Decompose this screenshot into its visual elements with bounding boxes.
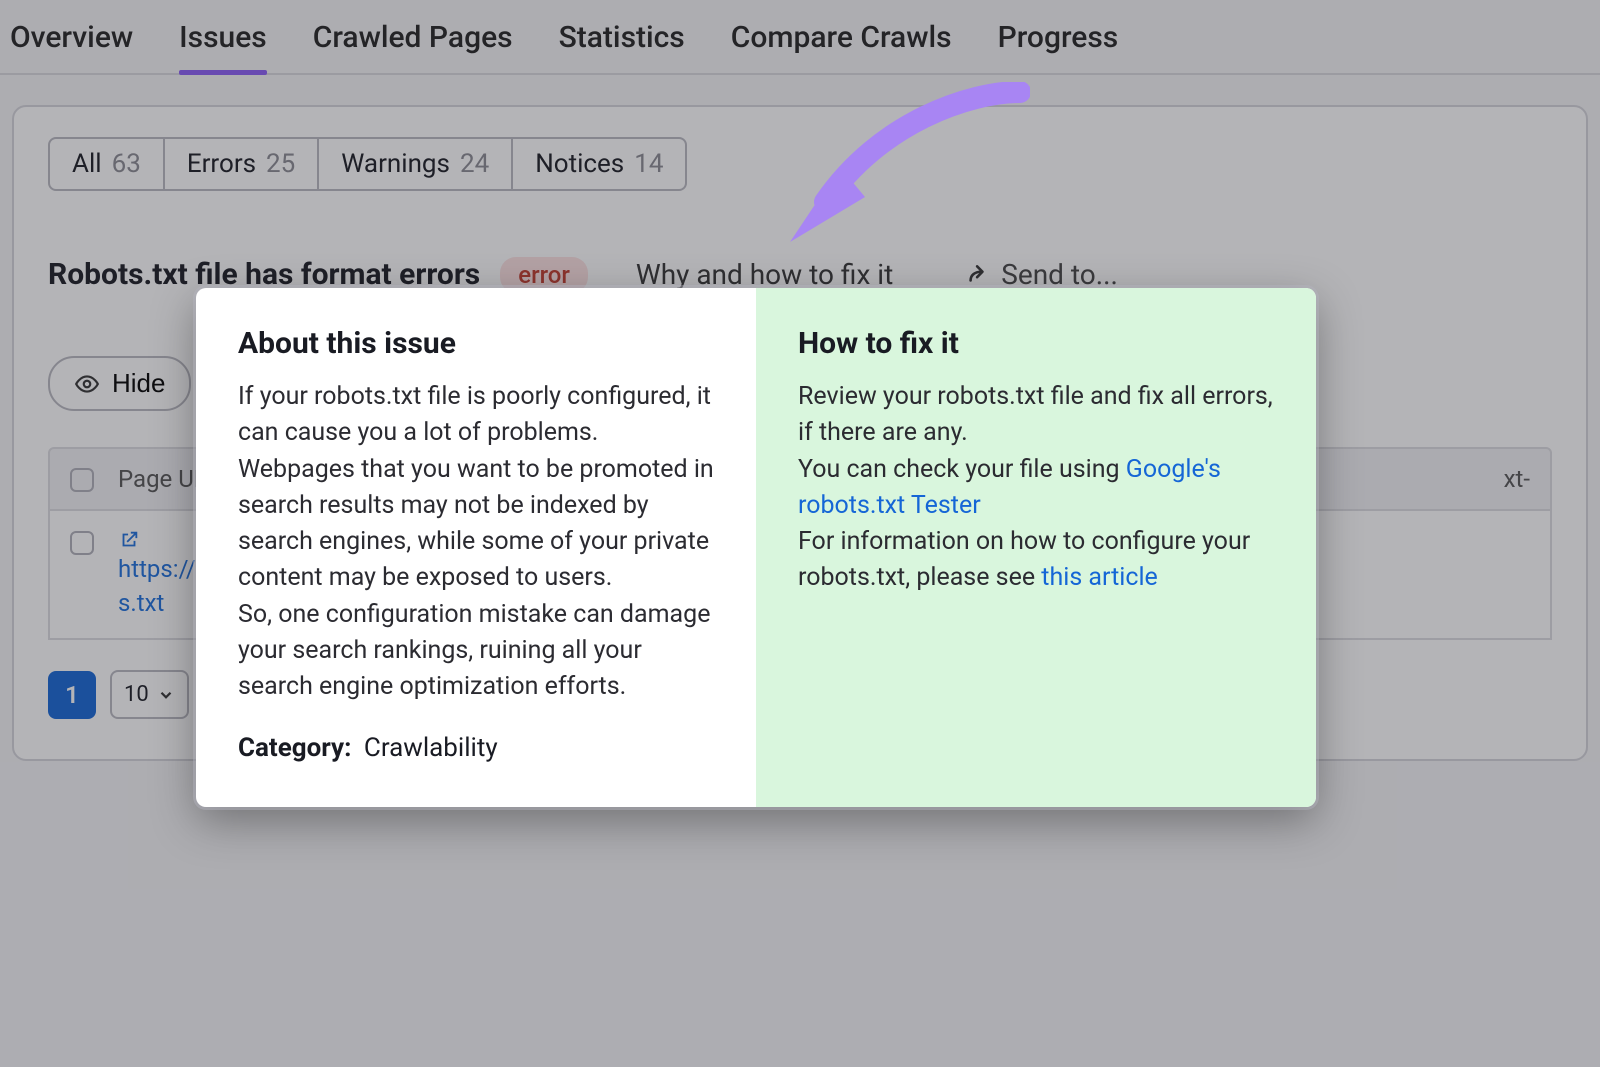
category-label: Category:: [238, 733, 351, 763]
select-all-checkbox[interactable]: [70, 468, 94, 492]
external-link-icon: [118, 529, 140, 551]
filter-errors-count: 25: [266, 149, 295, 179]
hide-label: Hide: [112, 368, 165, 399]
filter-notices[interactable]: Notices 14: [513, 137, 687, 191]
filter-errors[interactable]: Errors 25: [165, 137, 319, 191]
filter-all[interactable]: All 63: [48, 137, 165, 191]
page-url-cell[interactable]: https:// s.txt: [118, 529, 196, 620]
tab-crawled-pages[interactable]: Crawled Pages: [313, 20, 513, 73]
category-value: Crawlability: [364, 733, 498, 763]
tab-overview[interactable]: Overview: [10, 20, 133, 73]
chevron-down-icon: [157, 686, 175, 704]
hide-button[interactable]: Hide: [48, 356, 191, 411]
url-line2: s.txt: [118, 587, 196, 621]
category-row: Category: Crawlability: [238, 733, 714, 763]
fix-line3a: For information on how to configure your…: [798, 527, 1250, 592]
row-checkbox[interactable]: [70, 531, 94, 555]
page-1-button[interactable]: 1: [48, 671, 96, 719]
eye-icon: [74, 371, 100, 397]
send-to-label: Send to...: [1001, 258, 1118, 291]
issue-help-popover: About this issue If your robots.txt file…: [196, 288, 1316, 807]
page-size-select[interactable]: 10: [110, 670, 189, 719]
tab-statistics[interactable]: Statistics: [559, 20, 685, 73]
about-panel: About this issue If your robots.txt file…: [196, 288, 756, 807]
issue-title: Robots.txt file has format errors: [48, 257, 480, 292]
filter-notices-label: Notices: [535, 149, 624, 179]
send-to-button[interactable]: Send to...: [963, 258, 1118, 291]
this-article-link[interactable]: this article: [1041, 563, 1158, 592]
page-size-value: 10: [124, 682, 149, 707]
col-trail: xt-: [1504, 465, 1530, 493]
fix-body: Review your robots.txt file and fix all …: [798, 379, 1274, 597]
fix-panel: How to fix it Review your robots.txt fil…: [756, 288, 1316, 807]
fix-line2a: You can check your file using: [798, 455, 1126, 484]
fix-heading: How to fix it: [798, 326, 1274, 361]
filter-warnings[interactable]: Warnings 24: [319, 137, 513, 191]
url-line1: https://: [118, 553, 196, 587]
about-body: If your robots.txt file is poorly config…: [238, 379, 714, 705]
fix-line1: Review your robots.txt file and fix all …: [798, 382, 1273, 447]
tab-progress[interactable]: Progress: [998, 20, 1119, 73]
filter-all-count: 63: [112, 149, 141, 179]
filter-notices-count: 14: [634, 149, 663, 179]
filter-warnings-count: 24: [460, 149, 489, 179]
filter-warnings-label: Warnings: [341, 149, 450, 179]
top-tabs: Overview Issues Crawled Pages Statistics…: [0, 0, 1600, 75]
filter-all-label: All: [72, 149, 102, 179]
issue-filter-group: All 63 Errors 25 Warnings 24 Notices 14: [48, 137, 1552, 191]
tab-issues[interactable]: Issues: [179, 20, 267, 73]
share-arrow-icon: [963, 262, 989, 288]
tab-compare-crawls[interactable]: Compare Crawls: [731, 20, 952, 73]
filter-errors-label: Errors: [187, 149, 256, 179]
about-heading: About this issue: [238, 326, 714, 361]
